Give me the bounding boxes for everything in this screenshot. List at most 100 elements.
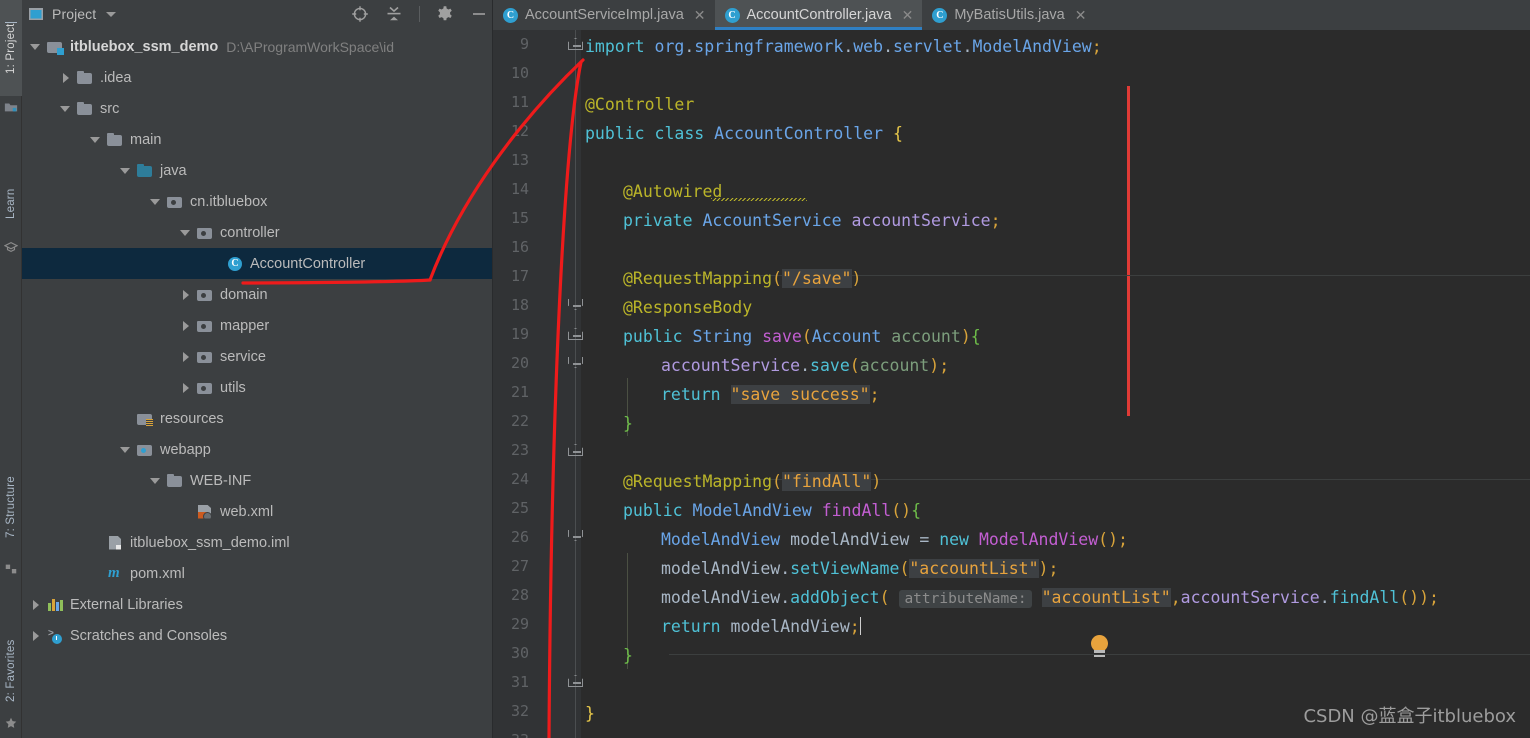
tree-node-scratches-and-consoles[interactable]: > Scratches and Consoles [22,620,492,651]
line-number: 22 [510,412,529,430]
tree-toggle-right-icon[interactable] [178,287,194,303]
tree-node-domain[interactable]: domain [22,279,492,310]
text-caret [859,617,862,635]
line-number: 10 [510,64,529,82]
line-number: 33 [493,731,529,738]
toolwindow-tab-learn-label: Learn [5,188,17,219]
chevron-down-icon[interactable] [106,11,117,17]
editor-tab-mybatisutils[interactable]: C MyBatisUtils.java ✕ [922,0,1095,30]
scratches-icon: > [46,627,64,645]
tree-node-main[interactable]: main [22,124,492,155]
tree-node-itbluebox-ssm-demo[interactable]: itbluebox_ssm_demo D:\AProgramWorkSpace\i… [22,31,492,62]
package-icon [196,224,214,242]
module-folder-icon [46,38,64,56]
tree-node-path: D:\AProgramWorkSpace\id [226,38,395,55]
tree-toggle-right-icon[interactable] [28,597,44,613]
java-class-icon: C [226,255,244,273]
line-number: 20 [510,354,529,372]
tree-node-label: resources [160,410,224,427]
tree-node-webapp[interactable]: webapp [22,434,492,465]
toolwindow-tab-favorites[interactable]: 2: Favorites [0,618,22,722]
line-number: 9 [519,35,529,53]
line-number: 14 [510,180,529,198]
tree-node-label: AccountController [250,255,366,272]
close-icon[interactable]: ✕ [1075,7,1087,24]
code-line-18: @ResponseBody [623,298,753,317]
tree-toggle-right-icon[interactable] [28,628,44,644]
tree-toggle-down-icon[interactable] [148,194,164,210]
tree-toggle-down-icon[interactable] [88,132,104,148]
tree-node-mapper[interactable]: mapper [22,310,492,341]
editor-tab-accountcontroller[interactable]: C AccountController.java ✕ [714,0,923,30]
line-number: 11 [510,93,529,111]
tree-toggle-down-icon[interactable] [148,473,164,489]
toolwindow-tab-project[interactable]: 1: Project [0,0,22,96]
tree-node-src[interactable]: src [22,93,492,124]
tree-node-pom-xml[interactable]: m pom.xml [22,558,492,589]
code-line-9: import org.springframework.web.servlet.M… [585,37,1102,56]
tree-toggle-down-icon[interactable] [118,163,134,179]
project-tree[interactable]: itbluebox_ssm_demo D:\AProgramWorkSpace\i… [22,28,492,738]
tree-node-external-libraries[interactable]: External Libraries [22,589,492,620]
toolwindow-tab-learn[interactable]: Learn [0,168,22,238]
tree-toggle-down-icon[interactable] [58,101,74,117]
code-line-26: ModelAndView modelAndView = new ModelAnd… [661,530,1128,549]
code-line-24: @RequestMapping("findAll") [623,472,882,491]
tree-toggle-right-icon[interactable] [178,318,194,334]
editor-gutter[interactable]: 9 10 11 12 13 14 15 16 17 18 19 20 21 22 23 24 25 26 27 28 2… [493,30,583,738]
tree-toggle-down-icon[interactable] [28,39,44,55]
tree-node-service[interactable]: service [22,341,492,372]
tree-toggle-down-icon[interactable] [118,442,134,458]
toolwindow-tab-project-label: 1: Project [5,22,17,74]
xml-file-icon [196,503,214,521]
tree-node-java[interactable]: java [22,155,492,186]
maven-file-icon: m [108,564,120,581]
editor-tab-bar[interactable]: C AccountServiceImpl.java ✕ C AccountControl… [493,0,1530,30]
tree-node-resources[interactable]: resources [22,403,492,434]
tree-toggle-right-icon[interactable] [58,70,74,86]
package-icon [196,348,214,366]
tree-node-controller[interactable]: controller [22,217,492,248]
code-text[interactable]: import org.springframework.web.servlet.M… [581,30,1530,738]
watermark-text: CSDN @蓝盒子itbluebox [1303,706,1516,727]
line-number: 21 [510,383,529,401]
tree-node-label: WEB-INF [190,472,252,489]
line-number: 29 [510,615,529,633]
tree-node-utils[interactable]: utils [22,372,492,403]
close-icon[interactable]: ✕ [694,7,706,24]
structure-icon [5,564,17,574]
project-icon [4,103,18,112]
tree-toggle-right-icon[interactable] [178,349,194,365]
close-icon[interactable]: ✕ [902,7,914,24]
line-number: 32 [510,702,529,720]
editor-tab-label: AccountServiceImpl.java [525,7,684,23]
editor-tab-accountserviceimpl[interactable]: C AccountServiceImpl.java ✕ [493,0,715,30]
tree-node-label: itbluebox_ssm_demo [70,38,219,55]
collapse-all-icon[interactable] [385,5,403,23]
locate-icon[interactable] [351,5,369,23]
tree-toggle-right-icon[interactable] [178,380,194,396]
toolwindow-tab-structure[interactable]: 7: Structure [0,455,22,559]
gear-icon[interactable] [436,5,454,23]
folder-icon [106,131,124,149]
tree-node-cn-itbluebox[interactable]: cn.itbluebox [22,186,492,217]
learn-icon [4,241,18,253]
code-line-19: public String save(Account account){ [623,327,981,346]
tree-node-label: External Libraries [70,596,183,613]
tree-node-idea[interactable]: .idea [22,62,492,93]
tree-node-web-xml[interactable]: web.xml [22,496,492,527]
tree-node-accountcontroller[interactable]: C AccountController [22,248,492,279]
tree-node-label: pom.xml [130,565,185,582]
tree-node-label: java [160,162,187,179]
line-number: 24 [510,470,529,488]
code-line-15: private AccountService accountService; [623,211,1001,230]
tree-node-label: itbluebox_ssm_demo.iml [130,534,290,551]
tree-node-web-inf[interactable]: WEB-INF [22,465,492,496]
minimize-icon[interactable] [470,5,488,23]
tree-node-itbluebox-ssm-demo-iml[interactable]: itbluebox_ssm_demo.iml [22,527,492,558]
tree-toggle-down-icon[interactable] [178,225,194,241]
code-editor[interactable]: 9 10 11 12 13 14 15 16 17 18 19 20 21 22 23 24 25 26 27 28 2… [493,30,1530,738]
